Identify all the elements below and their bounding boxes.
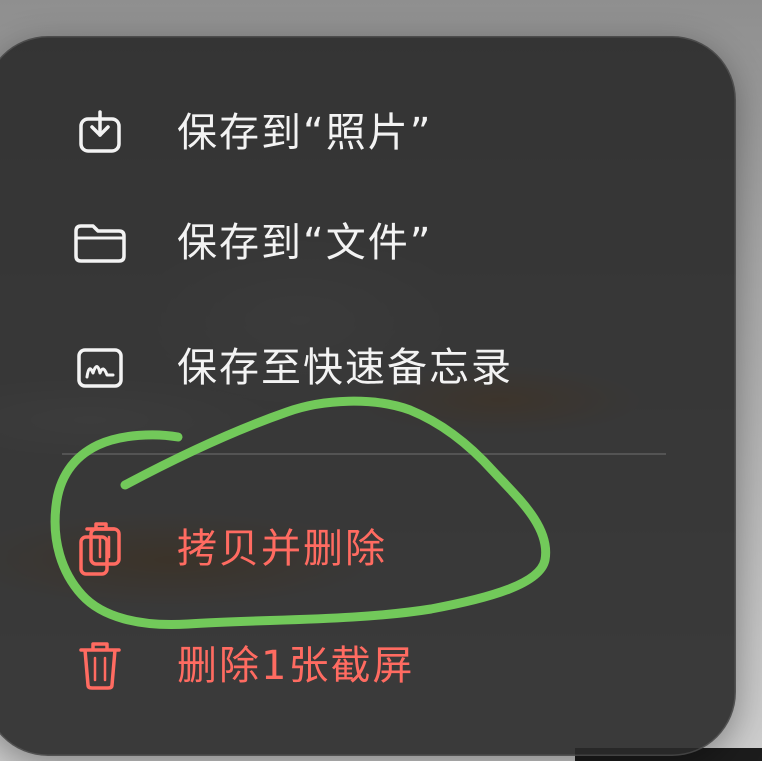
trash-icon — [70, 636, 130, 696]
save-to-photos-icon — [70, 103, 130, 163]
copy-delete-icon — [70, 519, 130, 579]
delete-screenshot-item[interactable]: 删除1张截屏 — [0, 621, 736, 711]
menu-divider — [62, 453, 666, 455]
save-to-files-label: 保存到“文件” — [177, 220, 433, 266]
save-to-quick-note-label: 保存至快速备忘录 — [177, 345, 513, 391]
folder-icon — [70, 213, 130, 273]
save-to-files-item[interactable]: 保存到“文件” — [0, 198, 736, 288]
copy-and-delete-item[interactable]: 拷贝并删除 — [0, 504, 736, 594]
context-menu: 保存到“照片” 保存到“文件” 保存至快速备忘录 拷贝并删除 删除1张截屏 — [0, 36, 736, 756]
quick-note-icon — [70, 338, 130, 398]
delete-screenshot-label: 删除1张截屏 — [177, 643, 415, 689]
save-to-quick-note-item[interactable]: 保存至快速备忘录 — [0, 323, 736, 413]
copy-and-delete-label: 拷贝并删除 — [177, 526, 387, 572]
save-to-photos-label: 保存到“照片” — [177, 110, 433, 156]
save-to-photos-item[interactable]: 保存到“照片” — [0, 88, 736, 178]
